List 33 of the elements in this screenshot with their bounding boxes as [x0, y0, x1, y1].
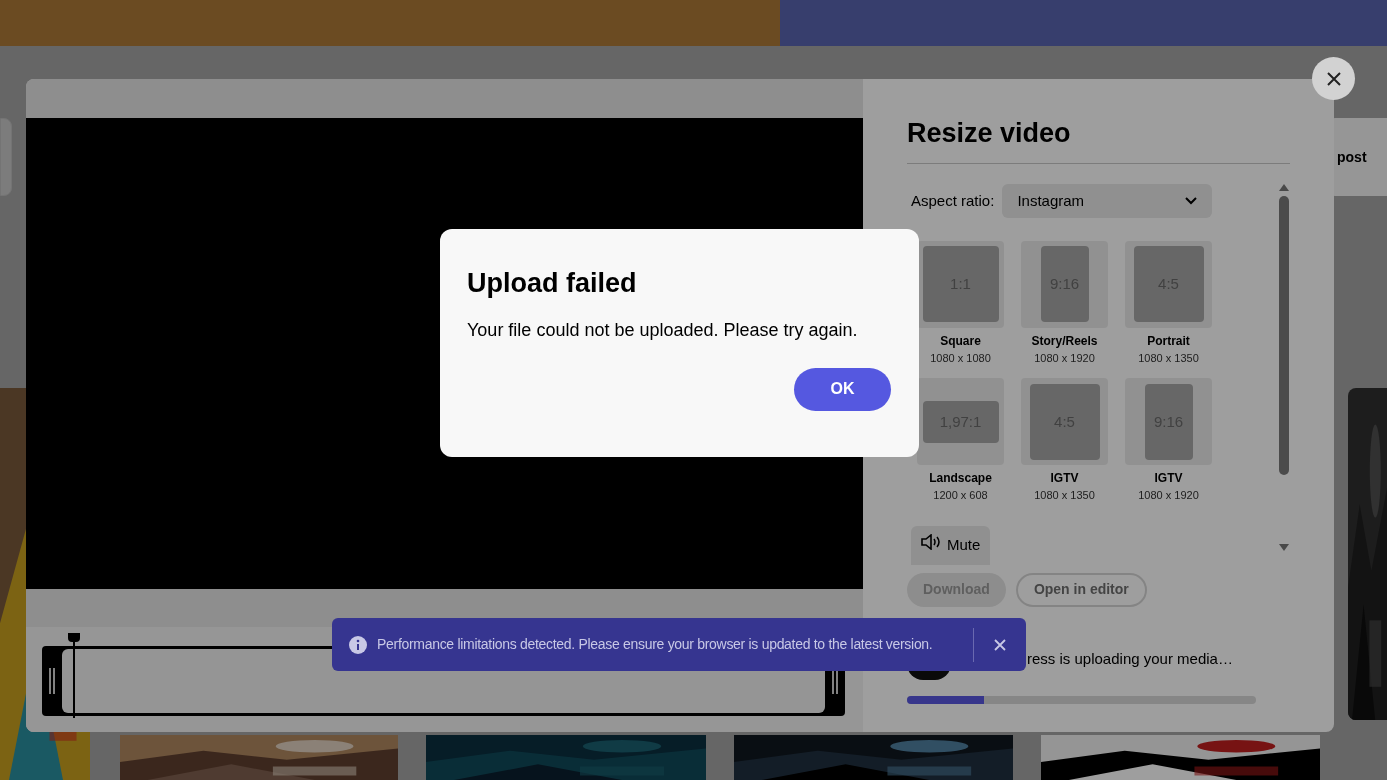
open-in-editor-button[interactable]: Open in editor: [1015, 572, 1147, 607]
playhead[interactable]: [68, 633, 80, 718]
trim-handle-icon[interactable]: [48, 668, 56, 694]
preset-name: IGTV: [1050, 470, 1079, 488]
preset-name: Story/Reels: [1031, 332, 1098, 350]
preset-name: IGTV: [1154, 470, 1183, 488]
preset-size: 1200 x 608: [933, 488, 988, 504]
close-button[interactable]: [1312, 57, 1355, 100]
scroll-down-icon[interactable]: [1279, 543, 1289, 551]
scroll-up-icon[interactable]: [1279, 183, 1289, 191]
close-icon: [994, 638, 1006, 651]
dialog-title: Upload failed: [467, 267, 638, 300]
preset-size: 1080 x 1920: [1034, 350, 1095, 366]
ok-button[interactable]: OK: [794, 367, 891, 411]
preset-size: 1080 x 1350: [1138, 350, 1199, 366]
preset-name: Landscape: [929, 470, 992, 488]
speaker-icon: [921, 533, 941, 550]
upload-status: ress is uploading your media…: [1027, 648, 1233, 669]
close-icon: [1326, 71, 1341, 86]
mute-button[interactable]: Mute: [911, 525, 991, 565]
preset-name: Portrait: [1147, 332, 1190, 350]
preset-size: 1080 x 1920: [1138, 488, 1199, 504]
aspect-ratio-select[interactable]: Instagram: [1002, 183, 1213, 218]
preset-size: 1080 x 1350: [1034, 488, 1095, 504]
preset-name: Square: [940, 332, 981, 350]
preset-size: 1080 x 1080: [930, 350, 991, 366]
chevron-down-icon: [1185, 196, 1198, 205]
toast-message: Performance limitations detected. Please ensure your browser is updated to the latest version.: [377, 635, 933, 654]
aspect-ratio-label: Aspect ratio:: [911, 190, 995, 211]
panel-title: Resize video: [907, 117, 1072, 150]
info-icon: [349, 635, 367, 654]
dialog-message: Your file could not be uploaded. Please try again.: [467, 318, 859, 342]
card-label: post: [1337, 147, 1367, 167]
